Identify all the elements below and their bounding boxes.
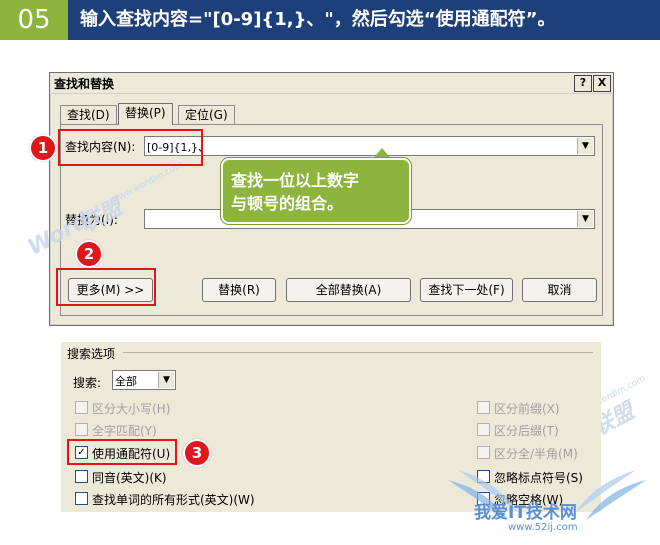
match-prefix-label: 区分前缀(X) xyxy=(494,402,560,416)
search-scope-value: 全部 xyxy=(115,375,137,388)
tab-find[interactable]: 查找(D) xyxy=(60,105,117,124)
callout-bubble: 查找一位以上数字 与顿号的组合。 xyxy=(221,158,411,224)
logo-url: www.52ij.com xyxy=(508,522,578,533)
all-forms-label: 查找单词的所有形式(英文)(W) xyxy=(92,493,255,507)
whole-word-label: 全字匹配(Y) xyxy=(92,424,157,438)
callout-line-1: 查找一位以上数字 xyxy=(231,171,360,190)
sounds-like-box[interactable] xyxy=(75,470,88,483)
replace-dropdown-arrow-icon[interactable]: ▼ xyxy=(577,211,593,227)
find-next-button[interactable]: 查找下一处(F) xyxy=(420,278,513,302)
highlight-find-label xyxy=(58,129,203,166)
group-divider xyxy=(123,352,593,353)
search-scope-arrow-icon[interactable]: ▼ xyxy=(158,372,174,388)
site-logo: 我爱IT技术网 www.52ij.com xyxy=(438,460,656,542)
cancel-button[interactable]: 取消 xyxy=(522,278,597,302)
marker-3: 3 xyxy=(183,439,211,467)
help-button[interactable]: ? xyxy=(574,75,592,92)
close-button[interactable]: X xyxy=(593,75,611,92)
callout-line-2: 与顿号的组合。 xyxy=(231,194,344,213)
match-suffix-box[interactable] xyxy=(477,423,490,436)
tab-goto[interactable]: 定位(G) xyxy=(178,105,235,124)
search-scope-label: 搜索: xyxy=(73,376,102,390)
search-scope-select[interactable]: 全部 ▼ xyxy=(112,370,176,390)
match-case-box[interactable] xyxy=(75,401,88,414)
step-instruction: 输入查找内容="[0-9]{1,}、"，然后勾选“使用通配符”。 xyxy=(68,0,660,40)
dialog-titlebar: 查找和替换 ? X xyxy=(50,73,613,94)
highlight-wildcards xyxy=(67,439,177,465)
highlight-more-button xyxy=(56,268,156,306)
whole-word-box[interactable] xyxy=(75,423,88,436)
all-forms-box[interactable] xyxy=(75,492,88,505)
find-dropdown-arrow-icon[interactable]: ▼ xyxy=(577,138,593,154)
search-options-title: 搜索选项 xyxy=(67,347,116,361)
match-prefix-box[interactable] xyxy=(477,401,490,414)
logo-text: 我爱IT技术网 xyxy=(474,503,577,523)
tab-replace[interactable]: 替换(P) xyxy=(118,103,173,125)
dialog-title: 查找和替换 xyxy=(54,77,115,91)
replace-all-button[interactable]: 全部替换(A) xyxy=(286,278,411,302)
replace-button[interactable]: 替换(R) xyxy=(202,278,276,302)
sounds-like-label: 同音(英文)(K) xyxy=(92,471,167,485)
match-case-label: 区分大小写(H) xyxy=(92,402,171,416)
marker-2: 2 xyxy=(75,240,103,268)
step-number: 05 xyxy=(0,0,68,40)
match-suffix-label: 区分后缀(T) xyxy=(494,424,559,438)
full-half-width-box[interactable] xyxy=(477,446,490,459)
marker-1: 1 xyxy=(29,134,57,162)
